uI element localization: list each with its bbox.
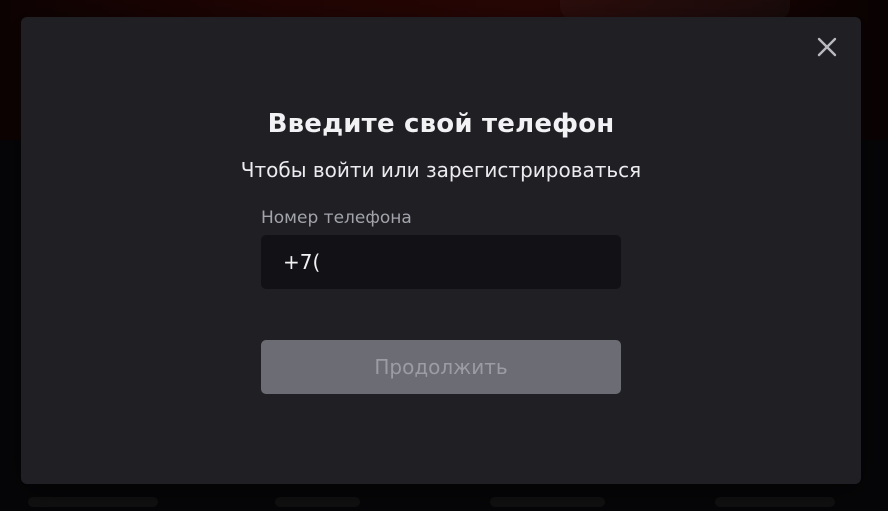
close-icon — [817, 37, 837, 57]
login-dialog: Введите свой телефон Чтобы войти или зар… — [21, 17, 861, 484]
dialog-title: Введите свой телефон — [267, 109, 615, 139]
phone-field-label: Номер телефона — [261, 208, 412, 228]
phone-input[interactable] — [261, 235, 621, 289]
close-button[interactable] — [815, 35, 839, 59]
continue-button[interactable]: Продолжить — [261, 340, 621, 394]
dialog-subtitle: Чтобы войти или зарегистрироваться — [240, 158, 642, 182]
